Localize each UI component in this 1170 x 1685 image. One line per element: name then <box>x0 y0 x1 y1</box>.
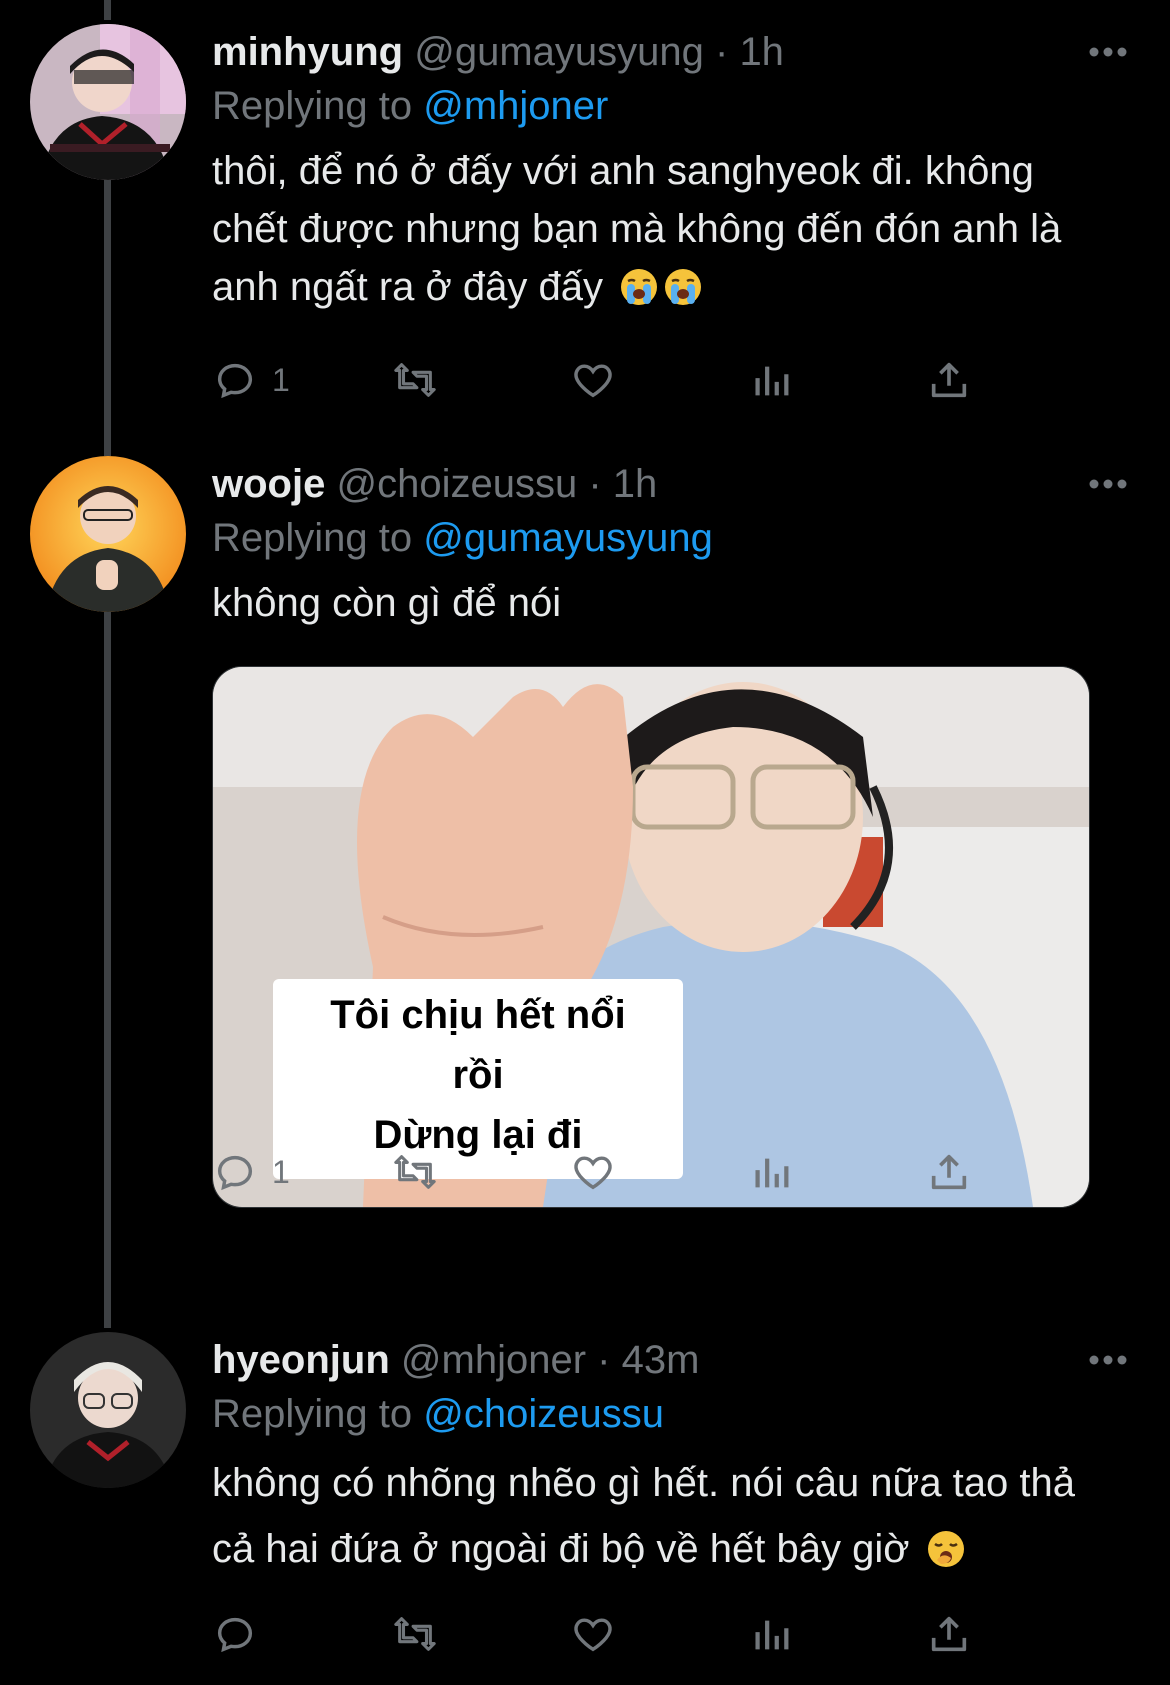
views-button[interactable] <box>748 1604 794 1664</box>
tweet-text-content: không còn gì để nói <box>212 581 562 625</box>
reply-to-mention[interactable]: @gumayusyung <box>423 516 713 560</box>
author-handle[interactable]: @choizeussu <box>336 462 577 506</box>
like-button[interactable] <box>570 1142 616 1202</box>
share-icon <box>931 1154 967 1190</box>
tweet[interactable]: minhyung @gumayusyung · 1h Replying to @… <box>0 24 1170 424</box>
tweet[interactable]: hyeonjun @mhjoner · 43m Replying to @cho… <box>0 1332 1170 1685</box>
reply-button[interactable]: 1 <box>212 350 290 410</box>
replying-to-label: Replying to <box>212 1392 413 1436</box>
replying-to-label: Replying to <box>212 516 413 560</box>
reply-count: 1 <box>272 361 290 398</box>
reply-button[interactable]: 1 <box>212 1142 290 1202</box>
more-icon <box>1089 47 1127 57</box>
share-icon <box>931 362 967 398</box>
reply-icon <box>217 1155 253 1191</box>
share-button[interactable] <box>926 1604 972 1664</box>
reply-icon <box>217 363 253 399</box>
views-icon <box>755 366 789 396</box>
author-handle[interactable]: @gumayusyung <box>414 30 704 74</box>
thread-line <box>104 0 111 20</box>
tweet-text: không có nhõng nhẽo gì hết. nói câu nữa … <box>212 1450 1092 1582</box>
reply-icon <box>217 1617 253 1653</box>
more-options-button[interactable] <box>1086 1338 1130 1382</box>
avatar[interactable] <box>30 24 186 180</box>
more-icon <box>1089 479 1127 489</box>
timestamp[interactable]: 43m <box>622 1338 700 1382</box>
more-icon <box>1089 1355 1127 1365</box>
like-button[interactable] <box>570 1604 616 1664</box>
avatar[interactable] <box>30 1332 186 1488</box>
views-button[interactable] <box>748 1142 794 1202</box>
tweet-text: không còn gì để nói <box>212 574 1112 632</box>
caption-line: rồi <box>452 1053 504 1097</box>
separator-dot: · <box>597 1338 622 1382</box>
views-icon <box>755 1158 789 1188</box>
more-options-button[interactable] <box>1086 30 1130 74</box>
like-button[interactable] <box>570 350 616 410</box>
author-name[interactable]: hyeonjun <box>212 1338 390 1382</box>
share-button[interactable] <box>926 1142 972 1202</box>
share-button[interactable] <box>926 350 972 410</box>
loudly-crying-face-icon <box>620 264 658 305</box>
views-icon <box>755 1620 789 1650</box>
tweet[interactable]: wooje @choizeussu · 1h Replying to @guma… <box>0 456 1170 1296</box>
reply-count: 1 <box>272 1153 290 1190</box>
timestamp[interactable]: 1h <box>739 30 784 74</box>
tweet-text: thôi, để nó ở đấy với anh sanghyeok đi. … <box>212 142 1092 316</box>
like-icon <box>574 1156 612 1190</box>
more-options-button[interactable] <box>1086 462 1130 506</box>
reply-to-mention[interactable]: @mhjoner <box>423 84 608 128</box>
replying-to-line: Replying to @choizeussu <box>212 1388 1112 1440</box>
tweet-media-image[interactable]: Tôi chịu hết nổi rồi Dừng lại đi <box>212 666 1090 1208</box>
retweet-icon <box>394 1617 436 1651</box>
retweet-button[interactable] <box>392 1142 438 1202</box>
author-name[interactable]: minhyung <box>212 30 403 74</box>
views-button[interactable] <box>748 350 794 410</box>
like-icon <box>574 1618 612 1652</box>
reply-button[interactable] <box>212 1604 272 1664</box>
yawning-face-icon <box>927 1522 965 1567</box>
author-name[interactable]: wooje <box>212 462 325 506</box>
separator-dot: · <box>588 462 613 506</box>
replying-to-line: Replying to @mhjoner <box>212 80 1112 132</box>
retweet-button[interactable] <box>392 350 438 410</box>
like-icon <box>574 364 612 398</box>
caption-line: Tôi chịu hết nổi <box>330 993 626 1037</box>
replying-to-line: Replying to @gumayusyung <box>212 512 1112 564</box>
share-icon <box>931 1616 967 1652</box>
separator-dot: · <box>715 30 740 74</box>
retweet-icon <box>394 1155 436 1189</box>
retweet-icon <box>394 363 436 397</box>
retweet-button[interactable] <box>392 1604 438 1664</box>
reply-to-mention[interactable]: @choizeussu <box>423 1392 664 1436</box>
timestamp[interactable]: 1h <box>613 462 658 506</box>
loudly-crying-face-icon <box>664 264 702 305</box>
replying-to-label: Replying to <box>212 84 413 128</box>
author-handle[interactable]: @mhjoner <box>401 1338 586 1382</box>
avatar[interactable] <box>30 456 186 612</box>
